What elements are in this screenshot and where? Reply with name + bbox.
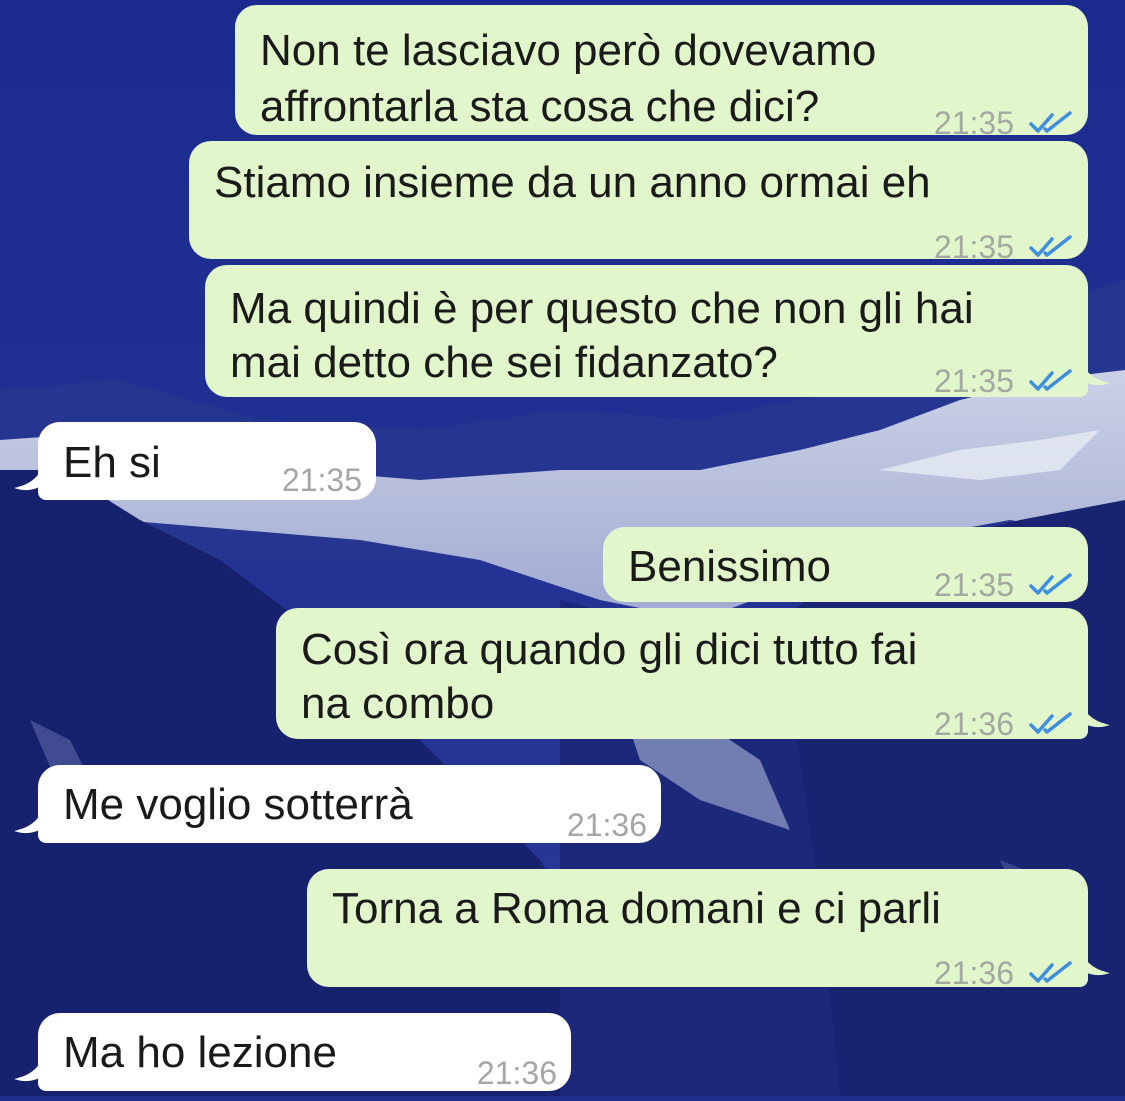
message-text: Stiamo insieme da un anno ormai eh	[214, 158, 931, 207]
message-time: 21:35	[933, 567, 1014, 603]
message-meta: 21:35	[282, 452, 362, 508]
incoming-message-bubble[interactable]: Eh si 21:35	[14, 422, 376, 500]
message-meta: 21:36	[477, 1045, 557, 1101]
message-text: Eh si	[63, 438, 161, 487]
double-check-icon	[1029, 111, 1072, 133]
bubble-tail	[14, 1053, 44, 1082]
bubble-tail	[1080, 947, 1110, 976]
message-text: Benissimo	[628, 542, 831, 591]
message-text: Non te lasciavo però dovevamo	[260, 26, 877, 75]
outgoing-message-bubble[interactable]: Non te lasciavo però dovevamo affrontarl…	[235, 5, 1088, 141]
chat-message-list[interactable]: Non te lasciavo però dovevamo affrontarl…	[0, 0, 1125, 1096]
bubble-tail	[14, 462, 44, 491]
double-check-icon	[1029, 369, 1072, 391]
double-check-icon	[1029, 235, 1072, 257]
double-check-icon	[1029, 961, 1072, 983]
message-time: 21:35	[281, 462, 362, 498]
message-text: Ma quindi è per questo che non gli hai	[230, 284, 974, 333]
message-text: na combo	[301, 679, 495, 728]
double-check-icon	[1029, 573, 1072, 595]
message-text: Me voglio sotterrà	[63, 780, 413, 829]
message-text: mai detto che sei fidanzato?	[230, 338, 778, 387]
message-time: 21:36	[476, 1055, 557, 1091]
message-meta: 21:35	[934, 557, 1074, 613]
message-meta: 21:35	[934, 353, 1074, 409]
double-check-icon	[1029, 712, 1072, 734]
message-text: Torna a Roma domani e ci parli	[332, 884, 941, 933]
message-meta: 21:36	[567, 797, 647, 853]
outgoing-message-bubble[interactable]: Ma quindi è per questo che non gli hai m…	[205, 265, 1110, 399]
outgoing-message-bubble[interactable]: Stiamo insieme da un anno ormai eh 21:35	[189, 141, 1088, 265]
incoming-message-bubble[interactable]: Me voglio sotterrà 21:36	[14, 765, 661, 843]
bubble-tail	[1080, 699, 1110, 728]
outgoing-message-bubble[interactable]: Benissimo 21:35	[603, 527, 1088, 603]
bubble-tail	[1080, 357, 1110, 386]
message-text: Ma ho lezione	[63, 1028, 337, 1077]
incoming-message-bubble[interactable]: Ma ho lezione 21:36	[14, 1013, 571, 1091]
outgoing-message-bubble[interactable]: Torna a Roma domani e ci parli 21:36	[307, 869, 1110, 991]
message-time: 21:35	[933, 363, 1014, 399]
message-meta: 21:36	[934, 696, 1074, 752]
message-text: Così ora quando gli dici tutto fai	[301, 625, 918, 674]
message-time: 21:36	[566, 807, 647, 843]
outgoing-message-bubble[interactable]: Così ora quando gli dici tutto fai na co…	[276, 608, 1110, 742]
message-text: affrontarla sta cosa che dici?	[260, 82, 820, 131]
bubble-tail	[14, 805, 44, 834]
message-meta: 21:36	[934, 945, 1074, 1001]
message-time: 21:36	[933, 955, 1014, 991]
message-time: 21:36	[933, 706, 1014, 742]
